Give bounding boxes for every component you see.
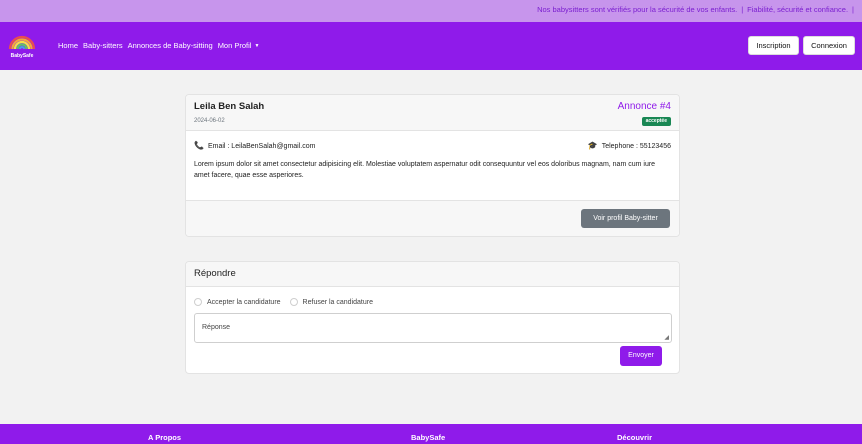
candidature-description: Lorem ipsum dolor sit amet consectetur a… (194, 161, 656, 179)
refuse-radio-label[interactable]: Refuser la candidature (303, 299, 373, 306)
rainbow-logo-icon (8, 35, 36, 50)
candidature-card-footer: Voir profil Baby-sitter (186, 200, 679, 236)
main-navbar: BabySafe Home Baby-sitters Annonces de B… (0, 22, 862, 70)
refuse-radio[interactable] (289, 298, 298, 306)
logo-text: BabySafe (10, 53, 34, 59)
email-row: 📞 Email : LeilaBenSalah@gmail.com (194, 141, 315, 150)
reply-title: Répondre (194, 268, 236, 279)
nav-link-mon-profil-label: Mon Profil (217, 41, 252, 50)
top-info-bar: Nos babysitters sont vérifiés pour la sé… (0, 0, 862, 22)
candidature-date: 2024-06-02 (194, 118, 225, 124)
top-info-text: Nos babysitters sont vérifiés pour la sé… (537, 5, 858, 14)
nav-dropdown-mon-profil[interactable]: Mon Profil ▼ (218, 41, 260, 50)
accept-radio-label[interactable]: Accepter la candidature (207, 299, 281, 306)
footer: A Propos BabySafe Découvrir (0, 424, 862, 444)
topbar-message-trust: Fiabilité, sécurité et confiance. (747, 5, 849, 14)
topbar-separator-end: | (852, 5, 854, 14)
babysitter-name: Leila Ben Salah (194, 101, 265, 112)
status-badge: acceptée (641, 117, 671, 126)
resize-handle-icon[interactable]: ◢ (664, 334, 669, 341)
nav-link-annonces[interactable]: Annonces de Baby-sitting (128, 41, 213, 50)
nav-link-home[interactable]: Home (58, 41, 78, 50)
phone-icon: 📞 (194, 141, 204, 150)
topbar-message-safety: Nos babysitters sont vérifiés pour la sé… (537, 5, 738, 14)
nav-links: Home Baby-sitters Annonces de Baby-sitti… (58, 41, 259, 50)
telephone-row: 🎓 Telephone : 55123456 (588, 141, 671, 150)
decision-radio-group: Accepter la candidature Refuser la candi… (194, 298, 382, 306)
footer-heading-babysafe: BabySafe (411, 433, 446, 442)
reply-card-header: Répondre (186, 262, 679, 287)
annonce-number: Annonce #4 (617, 101, 671, 112)
email-text: Email : LeilaBenSalah@gmail.com (207, 143, 316, 150)
candidature-card-header: Leila Ben Salah 2024-06-02 Annonce #4 ac… (186, 95, 679, 131)
response-placeholder: Réponse (202, 324, 231, 331)
babysafe-logo[interactable]: BabySafe (7, 29, 37, 61)
reply-card: Répondre Accepter la candidature Refuser… (185, 261, 680, 374)
graduation-cap-icon: 🎓 (587, 141, 598, 150)
topbar-separator: | (741, 5, 744, 14)
response-textarea[interactable]: Réponse ◢ (194, 313, 672, 343)
footer-heading-a-propos: A Propos (148, 433, 182, 442)
telephone-text: Telephone : 55123456 (601, 143, 671, 150)
send-button[interactable]: Envoyer (620, 346, 662, 366)
caret-down-icon: ▼ (254, 43, 260, 50)
view-profile-button[interactable]: Voir profil Baby-sitter (581, 209, 670, 228)
nav-link-baby-sitters[interactable]: Baby-sitters (83, 41, 123, 50)
candidature-card: Leila Ben Salah 2024-06-02 Annonce #4 ac… (185, 94, 680, 237)
inscription-button[interactable]: Inscription (748, 36, 799, 55)
footer-heading-decouvrir: Découvrir (617, 433, 653, 442)
accept-radio[interactable] (194, 298, 202, 306)
connexion-button[interactable]: Connexion (803, 36, 855, 55)
